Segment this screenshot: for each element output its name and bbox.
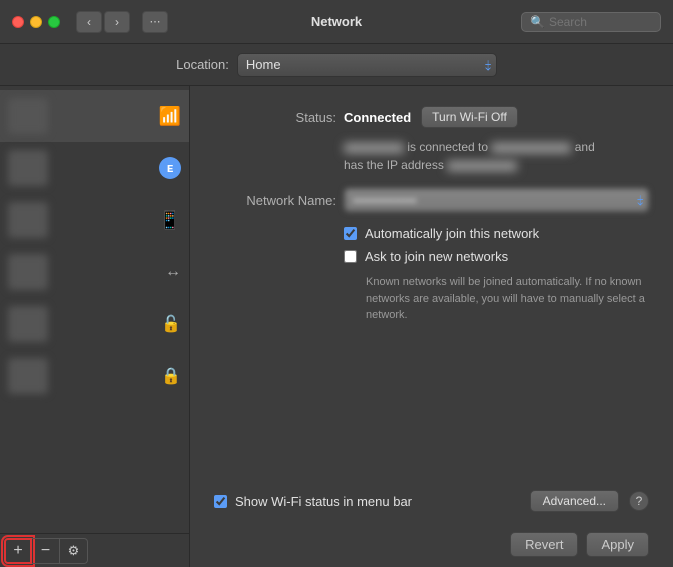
traffic-lights: [12, 16, 60, 28]
location-bar: Location: Home Automatic Work ⤈: [0, 44, 673, 86]
wifi-item-thumbnail: [8, 98, 48, 134]
action-bar: Revert Apply: [214, 524, 649, 567]
remove-network-button[interactable]: −: [32, 538, 60, 564]
back-button[interactable]: ‹: [76, 11, 102, 33]
ip-address-blurred: [447, 161, 517, 171]
network-name-row: Network Name: •••••••••••••• ⤈: [214, 188, 649, 212]
iphone-item-thumbnail: [8, 202, 48, 238]
title-bar: ‹ › ⋯ Network 🔍: [0, 0, 673, 44]
network-name-select[interactable]: ••••••••••••••: [344, 188, 649, 212]
search-box: 🔍: [521, 12, 661, 32]
ask-join-row: Ask to join new networks: [344, 249, 649, 264]
sidebar-toolbar: + − ⚙: [0, 533, 189, 567]
location-select-wrapper: Home Automatic Work ⤈: [237, 53, 497, 77]
phone-icon: 📱: [159, 210, 181, 231]
auto-join-row: Automatically join this network: [344, 226, 649, 241]
arrows-icon: ↔: [165, 263, 181, 281]
network-name-label: Network Name:: [214, 193, 344, 208]
gear-menu-button[interactable]: ⚙: [60, 538, 88, 564]
sidebar-item-thunderbolt[interactable]: ↔: [0, 246, 189, 298]
forward-button[interactable]: ›: [104, 11, 130, 33]
firewall-item-thumbnail: [8, 358, 48, 394]
sidebar-item-wifi[interactable]: 📶: [0, 90, 189, 142]
ask-join-checkbox[interactable]: [344, 250, 357, 263]
show-wifi-label: Show Wi-Fi status in menu bar: [235, 494, 412, 509]
auto-join-checkbox[interactable]: [344, 227, 357, 240]
lock-icon: 🔒: [161, 366, 181, 386]
vpn-item-thumbnail: [8, 306, 48, 342]
bottom-bar: Show Wi-Fi status in menu bar Advanced..…: [214, 478, 649, 524]
status-connected-text: Connected: [344, 110, 411, 125]
connection-info: is connected to and has the IP address: [344, 138, 649, 174]
close-button[interactable]: [12, 16, 24, 28]
thunderbolt-item-thumbnail: [8, 254, 48, 290]
grid-button[interactable]: ⋯: [142, 11, 168, 33]
sidebar-item-vpn[interactable]: 🔓: [0, 298, 189, 350]
show-wifi-checkbox[interactable]: [214, 495, 227, 508]
bluetooth-icon: ᴇ: [159, 157, 181, 179]
location-label: Location:: [176, 57, 229, 72]
sidebar-list: 📶 ᴇ 📱 ↔: [0, 86, 189, 533]
auto-join-label: Automatically join this network: [365, 226, 539, 241]
network-name-select-wrapper: •••••••••••••• ⤈: [344, 188, 649, 212]
maximize-button[interactable]: [48, 16, 60, 28]
location-select[interactable]: Home Automatic Work: [237, 53, 497, 77]
nav-buttons: ‹ ›: [76, 11, 130, 33]
ip-prefix-text: has the IP address: [344, 158, 447, 172]
apply-button[interactable]: Apply: [586, 532, 649, 557]
help-button[interactable]: ?: [629, 491, 649, 511]
sidebar-item-firewall[interactable]: 🔒: [0, 350, 189, 402]
sidebar: 📶 ᴇ 📱 ↔: [0, 86, 190, 567]
window-title: Network: [311, 14, 362, 29]
sidebar-item-bluetooth[interactable]: ᴇ: [0, 142, 189, 194]
turn-wifi-button[interactable]: Turn Wi-Fi Off: [421, 106, 518, 128]
helper-text: Known networks will be joined automatica…: [366, 274, 649, 324]
add-network-button[interactable]: +: [4, 538, 32, 564]
sidebar-item-iphone[interactable]: 📱: [0, 194, 189, 246]
and-text: and: [575, 140, 595, 154]
status-value-row: Connected Turn Wi-Fi Off: [344, 106, 649, 128]
show-wifi-row: Show Wi-Fi status in menu bar: [214, 494, 520, 509]
bluetooth-item-thumbnail: [8, 150, 48, 186]
search-input[interactable]: [549, 15, 652, 29]
status-row: Status: Connected Turn Wi-Fi Off: [214, 106, 649, 128]
connection-text: is connected to: [407, 140, 491, 154]
lock-striped-icon: 🔓: [161, 314, 181, 334]
search-icon: 🔍: [530, 15, 545, 29]
status-label: Status:: [214, 110, 344, 125]
revert-button[interactable]: Revert: [510, 532, 578, 557]
right-panel: Status: Connected Turn Wi-Fi Off is conn…: [190, 86, 673, 567]
network-name-blurred: [491, 143, 571, 153]
main-content: 📶 ᴇ 📱 ↔: [0, 86, 673, 567]
ask-join-label: Ask to join new networks: [365, 249, 508, 264]
device-name-blurred: [344, 143, 404, 153]
advanced-button[interactable]: Advanced...: [530, 490, 619, 512]
minimize-button[interactable]: [30, 16, 42, 28]
wifi-icon: 📶: [159, 106, 181, 127]
